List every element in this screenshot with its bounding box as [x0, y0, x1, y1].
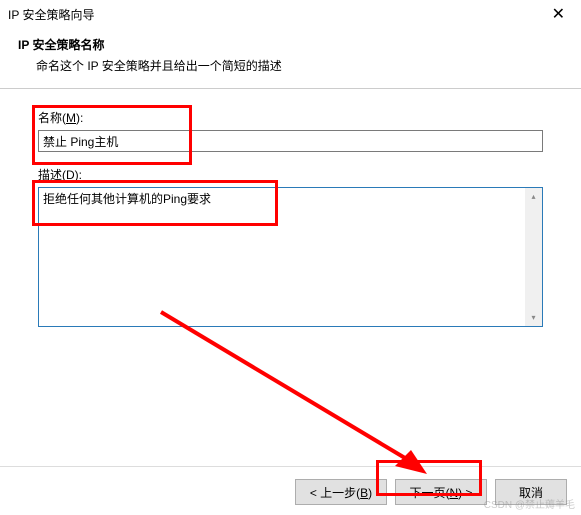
- content-area: 名称(M): 描述(D): 拒绝任何其他计算机的Ping要求 ▴ ▾: [0, 89, 581, 351]
- textarea-scrollbar[interactable]: ▴ ▾: [525, 188, 542, 326]
- description-label-suffix: ):: [75, 168, 82, 182]
- back-button-hotkey: B: [360, 486, 368, 500]
- footer-divider: [0, 466, 581, 467]
- description-textarea[interactable]: 拒绝任何其他计算机的Ping要求: [39, 188, 525, 326]
- next-button-hotkey: N: [449, 486, 458, 500]
- name-label-prefix: 名称(: [38, 111, 66, 125]
- name-label-suffix: ):: [76, 111, 83, 125]
- next-button[interactable]: 下一页(N) >: [395, 479, 487, 505]
- page-title: IP 安全策略名称: [18, 36, 563, 53]
- back-button[interactable]: < 上一步(B): [295, 479, 387, 505]
- watermark: CSDN @禁止薅羊毛: [484, 496, 575, 511]
- close-icon[interactable]: ✕: [544, 2, 573, 26]
- description-label: 描述(D):: [38, 166, 543, 183]
- wizard-header: IP 安全策略名称 命名这个 IP 安全策略并且给出一个简短的描述: [0, 28, 581, 88]
- description-label-prefix: 描述(: [38, 168, 66, 182]
- next-button-prefix: 下一页(: [409, 486, 449, 500]
- next-button-suffix: ) >: [458, 486, 472, 500]
- back-button-suffix: ): [368, 486, 372, 500]
- window-title: IP 安全策略向导: [8, 6, 94, 23]
- back-button-prefix: < 上一步(: [310, 486, 360, 500]
- description-textarea-wrap: 拒绝任何其他计算机的Ping要求 ▴ ▾: [38, 187, 543, 327]
- scroll-up-icon[interactable]: ▴: [525, 188, 542, 205]
- description-label-hotkey: D: [66, 168, 75, 182]
- description-field-group: 描述(D): 拒绝任何其他计算机的Ping要求 ▴ ▾: [38, 166, 543, 327]
- name-field-group: 名称(M):: [38, 109, 543, 152]
- name-input[interactable]: [38, 130, 543, 152]
- name-label-hotkey: M: [66, 111, 76, 125]
- name-label: 名称(M):: [38, 109, 543, 126]
- titlebar: IP 安全策略向导 ✕: [0, 0, 581, 28]
- scroll-down-icon[interactable]: ▾: [525, 309, 542, 326]
- page-subtitle: 命名这个 IP 安全策略并且给出一个简短的描述: [18, 57, 563, 74]
